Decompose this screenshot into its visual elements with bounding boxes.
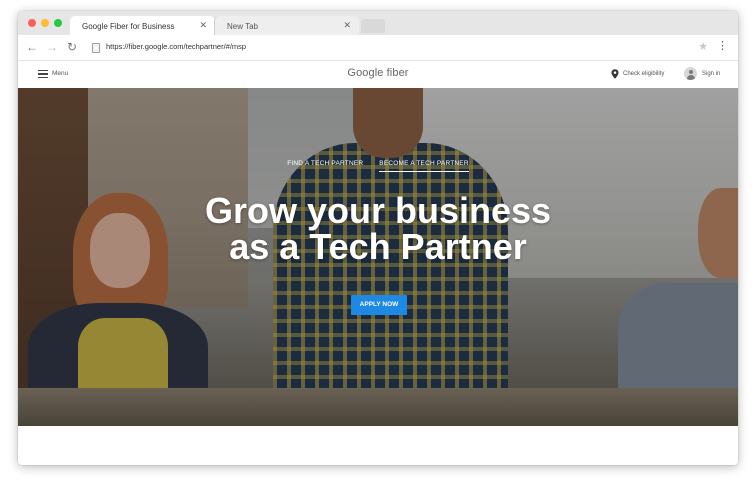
kebab-menu-icon[interactable]: ⋮ bbox=[717, 40, 728, 52]
tab-label: Google Fiber for Business bbox=[82, 22, 175, 31]
close-window-button[interactable] bbox=[28, 19, 36, 27]
close-icon[interactable]: ✕ bbox=[199, 20, 207, 31]
back-arrow-icon[interactable]: ← bbox=[26, 40, 38, 54]
tab-google-fiber[interactable]: Google Fiber for Business ✕ bbox=[70, 16, 215, 35]
tab-strip: Google Fiber for Business ✕ New Tab ✕ bbox=[18, 11, 738, 35]
close-icon[interactable]: ✕ bbox=[343, 20, 351, 31]
forward-arrow-icon[interactable]: → bbox=[46, 40, 58, 54]
hero-heading-line: as a Tech Partner bbox=[229, 226, 527, 267]
new-tab-button[interactable] bbox=[361, 19, 385, 33]
tab-label: New Tab bbox=[227, 22, 258, 31]
url-text[interactable]: https://fiber.google.com/techpartner/#/m… bbox=[106, 42, 246, 51]
address-bar[interactable]: https://fiber.google.com/techpartner/#/m… bbox=[86, 38, 710, 56]
site-header: Menu Google fiber Check eligibility Sign… bbox=[18, 61, 738, 89]
sign-in-link[interactable]: Sign in bbox=[702, 71, 720, 77]
hero-heading-line: Grow your business bbox=[204, 190, 552, 231]
tab-find-tech-partner[interactable]: FIND A TECH PARTNER bbox=[287, 160, 363, 171]
tab-new-tab[interactable]: New Tab ✕ bbox=[214, 16, 359, 35]
hero-heading: Grow your business as a Tech Partner bbox=[18, 193, 738, 265]
tab-become-tech-partner[interactable]: BECOME A TECH PARTNER bbox=[379, 160, 469, 172]
minimize-window-button[interactable] bbox=[41, 19, 49, 27]
location-pin-icon[interactable] bbox=[611, 69, 619, 79]
browser-window: Google Fiber for Business ✕ New Tab ✕ ← … bbox=[18, 11, 738, 465]
hero-banner: FIND A TECH PARTNER BECOME A TECH PARTNE… bbox=[18, 88, 738, 426]
page-icon bbox=[92, 43, 100, 53]
reload-icon[interactable]: ↻ bbox=[67, 40, 77, 54]
hero-tab-nav: FIND A TECH PARTNER BECOME A TECH PARTNE… bbox=[18, 160, 738, 172]
maximize-window-button[interactable] bbox=[54, 19, 62, 27]
avatar-icon[interactable] bbox=[684, 67, 697, 80]
apply-now-button[interactable]: APPLY NOW bbox=[351, 295, 407, 315]
page-content-below bbox=[18, 426, 738, 465]
star-icon[interactable]: ★ bbox=[698, 40, 708, 53]
browser-toolbar: ← → ↻ https://fiber.google.com/techpartn… bbox=[18, 35, 738, 61]
check-eligibility-link[interactable]: Check eligibility bbox=[623, 71, 664, 77]
